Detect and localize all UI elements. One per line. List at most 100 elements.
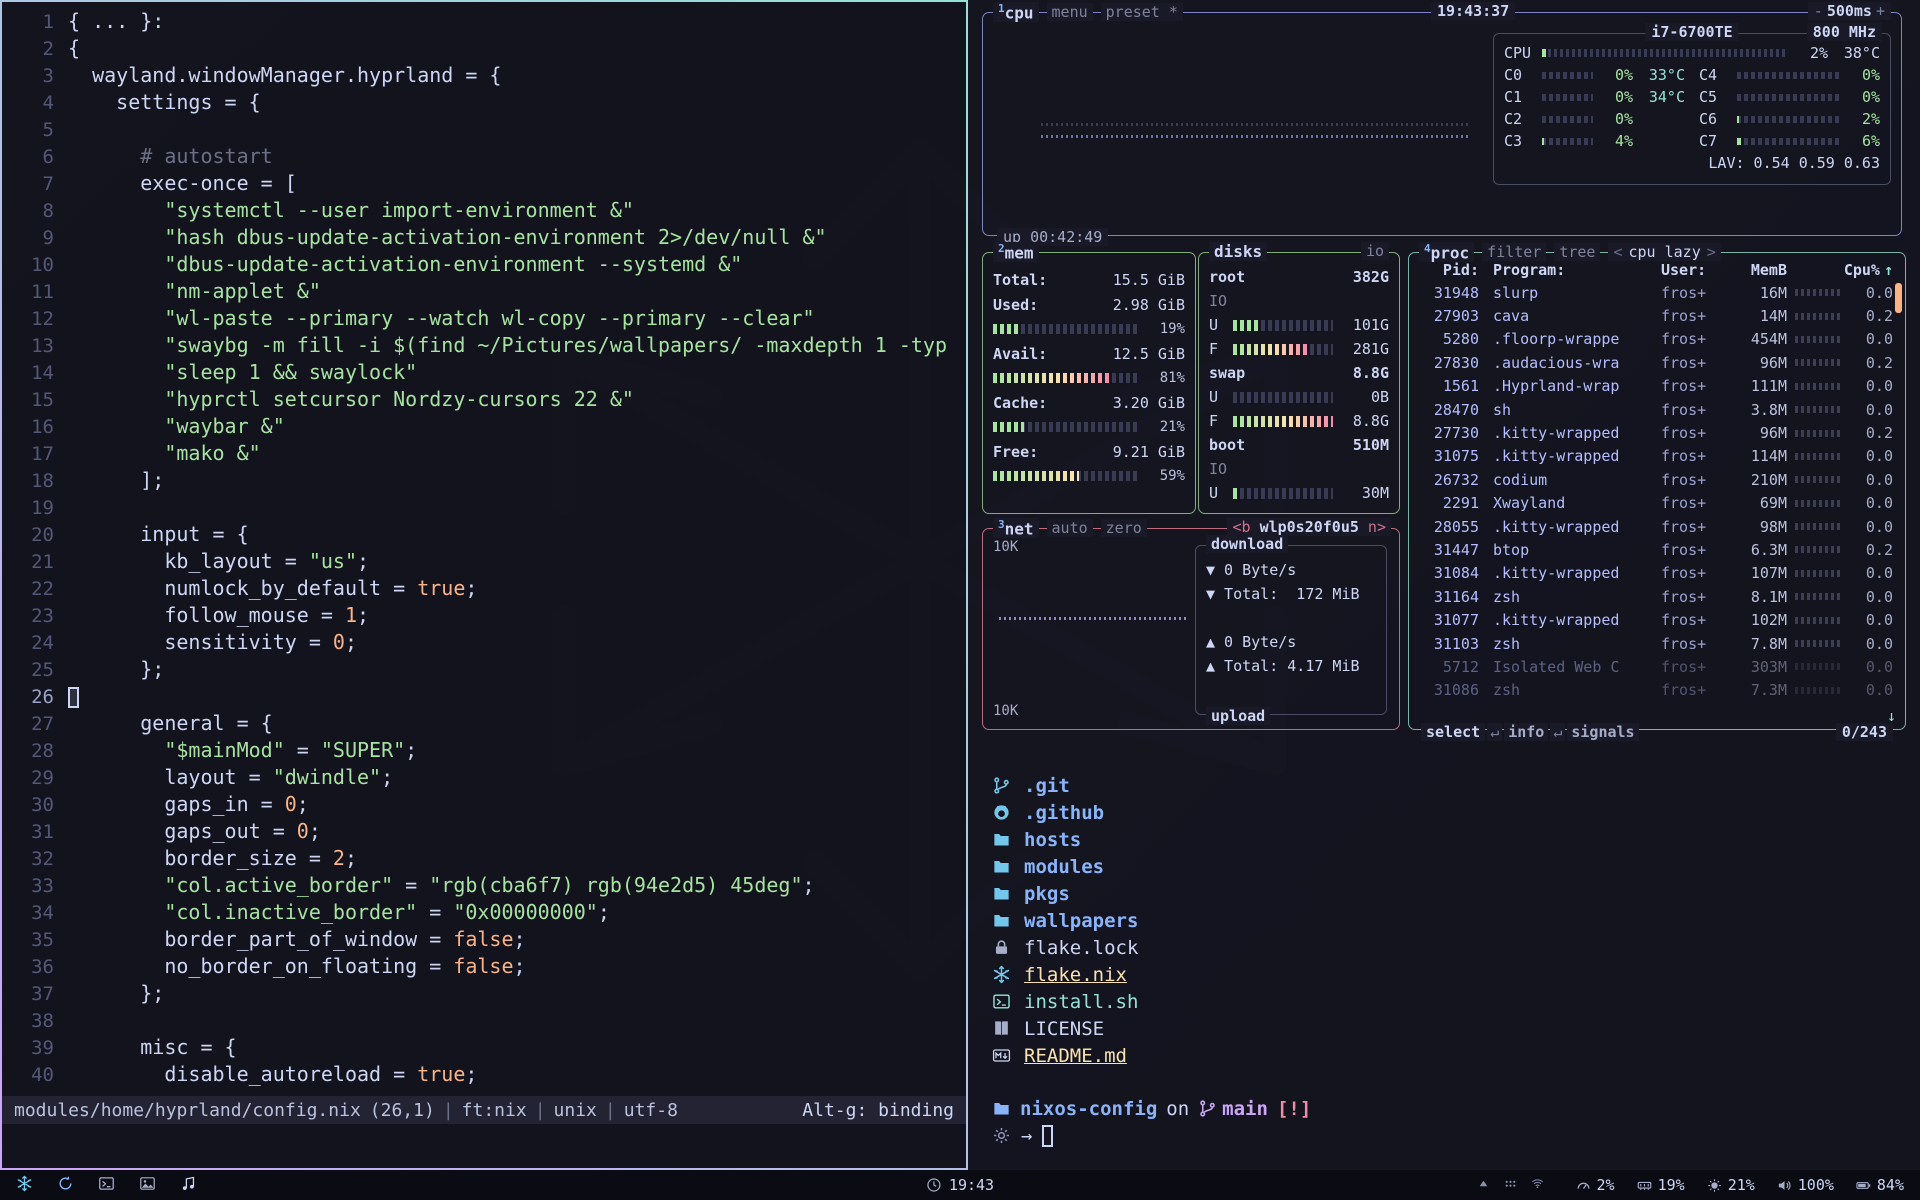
proc-program: btop (1479, 541, 1661, 559)
select-button[interactable]: select (1421, 723, 1485, 741)
proc-mem: 3.8M (1735, 401, 1787, 419)
mem-stat-label: Avail: (993, 345, 1047, 363)
bar-stat-module[interactable]: 100% (1777, 1176, 1834, 1194)
usage-meter (993, 324, 1139, 334)
bar-stat-module[interactable]: 84% (1856, 1176, 1904, 1194)
tray-item[interactable] (1477, 1176, 1490, 1194)
mem-stat-value: 15.5 GiB (1113, 271, 1185, 289)
disk-size: 382G (1353, 268, 1389, 286)
disk-io-label: IO (1209, 457, 1389, 481)
proc-mem-meter (1795, 289, 1843, 296)
cpu-box-title[interactable]: 1cpu (993, 2, 1039, 22)
line-number: 21 (2, 549, 54, 576)
line-number: 37 (2, 981, 54, 1008)
proc-sort-control[interactable]: < cpu lazy > (1608, 243, 1720, 261)
proc-cpu: 0.0 (1851, 564, 1893, 582)
terminal-window[interactable]: .git.githubhostsmodulespkgswallpapersfla… (968, 752, 1920, 1170)
signals-button[interactable]: signals (1567, 723, 1638, 741)
usage-meter (1737, 94, 1840, 101)
proc-tree-button[interactable]: tree (1554, 243, 1600, 261)
mem-stat-row: Cache:3.20 GiB (993, 390, 1185, 415)
proc-pid: 27730 (1421, 424, 1479, 442)
proc-program: sh (1479, 401, 1661, 419)
mem-box-title[interactable]: 2mem (993, 242, 1039, 262)
line-number: 6 (2, 144, 54, 171)
upload-speed: ▲ 0 Byte/s (1206, 630, 1376, 654)
shell-prompt-line2[interactable]: → (992, 1122, 1920, 1149)
proc-user: fros+ (1661, 377, 1735, 395)
proc-row[interactable]: 26732codiumfros+210M0.0 (1409, 468, 1905, 491)
mem-stat-row: Free:9.21 GiB (993, 439, 1185, 464)
usage-meter (1737, 138, 1840, 145)
disks-box-title[interactable]: disks (1209, 242, 1267, 261)
proc-row[interactable]: 27903cavafros+14M0.2 (1409, 304, 1905, 327)
disk-io-label: IO (1209, 289, 1389, 313)
mem-stat-label: Cache: (993, 394, 1047, 412)
file-list-item: flake.nix (992, 961, 1920, 988)
update-interval-control[interactable]: -500ms+ (1808, 2, 1891, 20)
proc-row[interactable]: 31084.kitty-wrappedfros+107M0.0 (1409, 562, 1905, 585)
tray-item[interactable] (1504, 1176, 1517, 1194)
editor-window[interactable]: 1{ ... }:2{3 wayland.windowManager.hyprl… (0, 0, 968, 1170)
proc-pid: 31084 (1421, 564, 1479, 582)
btop-window[interactable]: 1cpu menu preset * 19:43:37 -500ms+ up 0… (968, 0, 1920, 752)
line-number: 34 (2, 900, 54, 927)
mem-stat-pct: 19% (1145, 321, 1185, 337)
info-button[interactable]: info (1504, 723, 1548, 741)
proc-program: .kitty-wrapped (1479, 564, 1661, 582)
bar-launcher[interactable] (139, 1175, 156, 1196)
disks-io-toggle[interactable]: io (1361, 242, 1389, 260)
proc-row[interactable]: 28470shfros+3.8M0.0 (1409, 398, 1905, 421)
proc-row[interactable]: 5280.floorp-wrappefros+454M0.0 (1409, 328, 1905, 351)
bar-launcher[interactable] (98, 1175, 115, 1196)
proc-row[interactable]: 27830.audacious-wrafros+96M0.2 (1409, 351, 1905, 374)
bar-clock-module[interactable]: 19:43 (926, 1176, 994, 1194)
proc-row[interactable]: 31103zshfros+7.8M0.0 (1409, 632, 1905, 655)
proc-row[interactable]: 27730.kitty-wrappedfros+96M0.2 (1409, 421, 1905, 444)
file-name: pkgs (1024, 883, 1070, 905)
usage-meter (1542, 49, 1788, 57)
bar-stat-module[interactable]: 21% (1707, 1176, 1755, 1194)
proc-mem-meter (1795, 453, 1843, 460)
net-auto-button[interactable]: auto (1047, 519, 1093, 537)
bar-launcher[interactable] (57, 1175, 74, 1196)
net-zero-button[interactable]: zero (1101, 519, 1147, 537)
cpu-total-row: CPU2%38°C (1504, 42, 1880, 64)
proc-row[interactable]: 31086zshfros+7.3M0.0 (1409, 679, 1905, 702)
proc-row[interactable]: 31447btopfros+6.3M0.2 (1409, 538, 1905, 561)
bar-stat-module[interactable]: 2% (1576, 1176, 1615, 1194)
proc-filter-button[interactable]: filter (1482, 243, 1546, 261)
proc-row[interactable]: 31075.kitty-wrappedfros+114M0.0 (1409, 445, 1905, 468)
sort-direction-arrow[interactable]: ↑ (1880, 261, 1893, 279)
proc-row[interactable]: 2291Xwaylandfros+69M0.0 (1409, 492, 1905, 515)
proc-mem: 7.3M (1735, 681, 1787, 699)
proc-scrollbar-thumb[interactable] (1895, 283, 1902, 313)
net-graph (999, 617, 1189, 620)
net-device-switcher[interactable]: <b wlp0s20f0u5 n> (1227, 518, 1391, 536)
file-list-item: .github (992, 799, 1920, 826)
proc-row[interactable]: 31948slurpfros+16M0.0 (1409, 281, 1905, 304)
cpu-model-label: i7-6700TE (1645, 23, 1738, 41)
bar-stat-module[interactable]: 19% (1637, 1176, 1685, 1194)
proc-cpu: 0.0 (1851, 658, 1893, 676)
cpu-menu-button[interactable]: menu (1047, 3, 1093, 21)
net-box-title[interactable]: 3net (993, 518, 1039, 538)
cpu-preset-button[interactable]: preset * (1101, 3, 1183, 21)
disk-name: boot (1209, 436, 1245, 454)
proc-row[interactable]: 31077.kitty-wrappedfros+102M0.0 (1409, 608, 1905, 631)
line-number: 10 (2, 252, 54, 279)
bar-launcher[interactable] (16, 1175, 33, 1196)
proc-row[interactable]: 5712Isolated Web Cfros+303M0.0 (1409, 655, 1905, 678)
proc-row[interactable]: 1561.Hyprland-wrapfros+111M0.0 (1409, 375, 1905, 398)
proc-row[interactable]: 28055.kitty-wrappedfros+98M0.0 (1409, 515, 1905, 538)
disk-size: 8.8G (1353, 364, 1389, 382)
proc-box-title[interactable]: 4proc (1419, 242, 1474, 262)
proc-program: cava (1479, 307, 1661, 325)
bar-launcher[interactable] (180, 1175, 197, 1196)
line-number: 30 (2, 792, 54, 819)
proc-row[interactable]: 31164zshfros+8.1M0.0 (1409, 585, 1905, 608)
line-number: 35 (2, 927, 54, 954)
tray-item[interactable] (1531, 1176, 1544, 1194)
code-area[interactable]: 1{ ... }:2{3 wayland.windowManager.hyprl… (2, 2, 966, 1088)
core-temp: 34°C (1633, 88, 1685, 106)
